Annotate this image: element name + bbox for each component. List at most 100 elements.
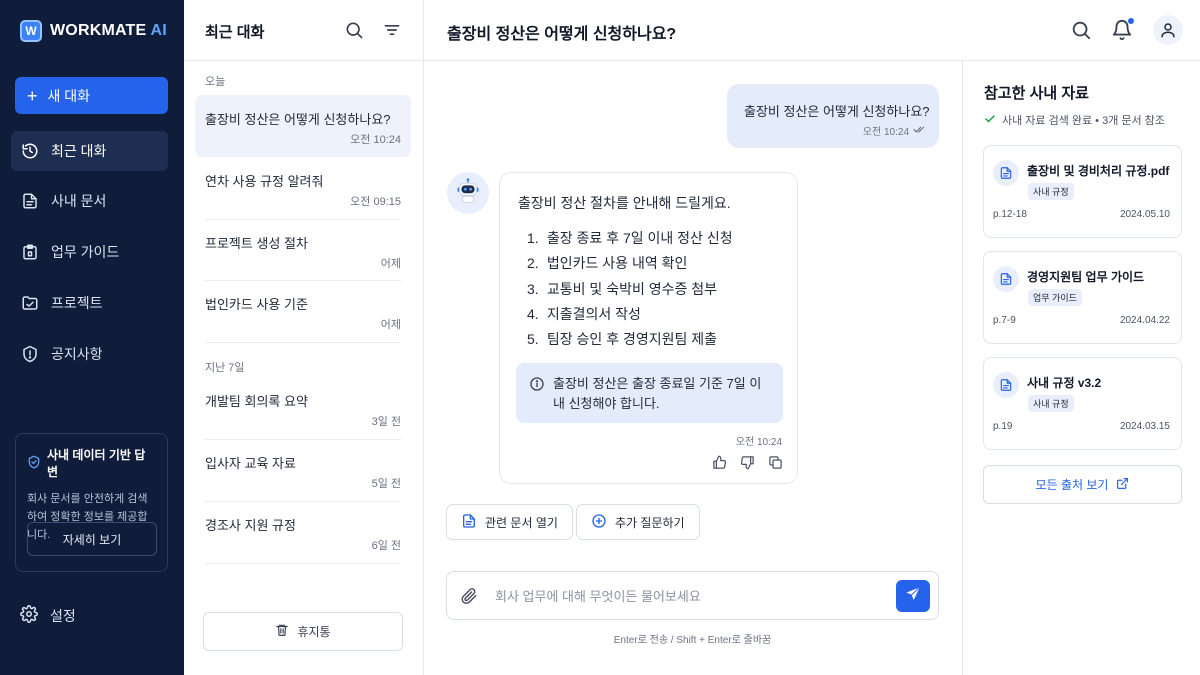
app-name-suffix: AI	[150, 22, 167, 39]
sidebar-item-label: 프로젝트	[51, 295, 103, 311]
plus-icon: +	[27, 85, 38, 106]
history-item[interactable]: 경조사 지원 규정 6일 전	[195, 501, 411, 563]
history-item-title: 법인카드 사용 기준	[205, 297, 308, 312]
open-related-doc-button[interactable]: 관련 문서 열기	[446, 504, 573, 540]
history-title: 최근 대화	[205, 24, 265, 41]
info-box: 사내 데이터 기반 답변 회사 문서를 안전하게 검색하여 정확한 정보를 제공…	[15, 433, 168, 572]
new-chat-label: 새 대화	[47, 87, 91, 104]
document-icon	[461, 513, 477, 532]
history-item[interactable]: 개발팀 회의록 요약 3일 전	[195, 377, 411, 439]
trash-icon	[275, 623, 289, 640]
history-item[interactable]: 연차 사용 규정 알려줘 오전 09:15	[195, 157, 411, 219]
list-item: 1. 출장 종료 후 7일 이내 정산 신청	[527, 230, 733, 246]
steps-list: 1. 출장 종료 후 7일 이내 정산 신청 2. 법인카드 사용 내역 확인 …	[527, 226, 733, 352]
send-button[interactable]	[896, 580, 930, 612]
doc-name: 출장비 및 경비처리 규정.pdf	[1027, 164, 1170, 178]
doc-pages: p.12-18	[993, 209, 1027, 220]
group-label-week: 지난 7일	[205, 362, 245, 374]
history-item[interactable]: 프로젝트 생성 절차 어제	[195, 219, 411, 281]
sidebar-item-label: 사내 문서	[51, 193, 107, 209]
doc-date: 2024.03.15	[1119, 421, 1170, 432]
open-related-doc-label: 관련 문서 열기	[485, 515, 558, 530]
source-doc-card[interactable]: 사내 규정 v3.2 사내 규정 p.19 2024.03.15	[983, 357, 1182, 450]
copy-icon[interactable]	[768, 455, 783, 470]
learn-more-button[interactable]: 자세히 보기	[27, 522, 157, 556]
sources-status: 사내 자료 검색 완료 • 3개 문서 참조	[1002, 115, 1165, 127]
history-icon	[21, 142, 39, 160]
history-item-title: 출장비 정산은 어떻게 신청하나요?	[205, 112, 391, 127]
doc-pages: p.7-9	[993, 315, 1016, 326]
history-item-title: 입사자 교육 자료	[205, 456, 296, 471]
sidebar-item-notices[interactable]: 공지사항	[11, 334, 168, 374]
sidebar-item-recent[interactable]: 최근 대화	[11, 131, 168, 171]
source-doc-card[interactable]: 출장비 및 경비처리 규정.pdf 사내 규정 p.12-18 2024.05.…	[983, 145, 1182, 238]
bot-avatar	[447, 172, 489, 214]
sidebar-item-documents[interactable]: 사내 문서	[11, 181, 168, 221]
trash-button[interactable]: 휴지통	[203, 612, 403, 651]
settings-label: 설정	[50, 607, 76, 624]
doc-date: 2024.05.10	[1119, 209, 1170, 220]
sources-panel: 참고한 사내 자료 사내 자료 검색 완료 • 3개 문서 참조 출장비 및 경…	[962, 61, 1200, 675]
document-icon	[993, 266, 1019, 292]
new-chat-button[interactable]: + 새 대화	[15, 77, 168, 114]
thumbs-up-icon[interactable]	[712, 455, 727, 470]
info-box-title: 사내 데이터 기반 답변	[47, 448, 146, 479]
history-item-time: 오전 09:15	[350, 196, 401, 208]
chat-header: 출장비 정산은 어떻게 신청하나요?	[424, 0, 1200, 61]
doc-name: 사내 규정 v3.2	[1027, 376, 1102, 390]
history-item-title: 개발팀 회의록 요약	[205, 394, 308, 409]
gear-icon	[20, 605, 38, 626]
history-item-time: 어제	[380, 319, 401, 331]
history-panel: 최근 대화 오늘 출장비 정산은 어떻게 신청하나요? 오전 10:24 연차 …	[184, 0, 424, 675]
message-input[interactable]	[495, 584, 875, 608]
info-icon	[529, 376, 545, 397]
message-composer	[446, 571, 939, 620]
history-item-time: 3일 전	[371, 416, 401, 428]
history-item-time: 6일 전	[371, 540, 401, 552]
ask-more-button[interactable]: 추가 질문하기	[576, 504, 700, 540]
notice-text: 출장비 정산은 출장 종료일 기준 7일 이내 신청해야 합니다.	[553, 376, 762, 411]
avatar[interactable]	[1153, 15, 1183, 45]
sidebar-item-guide[interactable]: 업무 가이드	[11, 232, 168, 272]
filter-icon[interactable]	[382, 20, 402, 40]
history-item[interactable]: 입사자 교육 자료 5일 전	[195, 439, 411, 501]
document-icon	[21, 192, 39, 210]
sidebar-item-label: 업무 가이드	[51, 244, 120, 260]
notice-icon	[21, 345, 39, 363]
document-icon	[993, 372, 1019, 398]
list-item: 4. 지출결의서 작성	[527, 305, 641, 322]
sidebar-item-label: 공지사항	[51, 346, 103, 362]
view-all-sources-button[interactable]: 모든 출처 보기	[983, 465, 1182, 504]
search-icon[interactable]	[1070, 19, 1092, 41]
external-link-icon	[1116, 477, 1129, 493]
check-icon	[984, 113, 996, 128]
source-doc-card[interactable]: 경영지원팀 업무 가이드 업무 가이드 p.7-9 2024.04.22	[983, 251, 1182, 344]
search-icon[interactable]	[344, 20, 364, 40]
send-icon	[905, 586, 921, 607]
sidebar-item-projects[interactable]: 프로젝트	[11, 283, 168, 323]
history-item-title: 연차 사용 규정 알려줘	[205, 174, 324, 189]
ask-more-label: 추가 질문하기	[615, 515, 685, 530]
settings-button[interactable]: 설정	[20, 605, 76, 626]
history-item[interactable]: 출장비 정산은 어떻게 신청하나요? 오전 10:24	[195, 95, 411, 157]
assistant-message-time: 오전 10:24	[735, 437, 782, 448]
history-item[interactable]: 법인카드 사용 기준 어제	[195, 280, 411, 342]
guide-icon	[21, 243, 39, 261]
doc-tag: 업무 가이드	[1028, 289, 1082, 306]
bell-icon[interactable]	[1111, 18, 1134, 41]
paperclip-icon[interactable]	[460, 587, 478, 605]
doc-tag: 사내 규정	[1028, 183, 1074, 200]
doc-date: 2024.04.22	[1119, 315, 1170, 326]
app-logo[interactable]: W WORKMATE AI	[20, 20, 167, 42]
history-item-time: 오전 10:24	[350, 134, 401, 146]
history-item-time: 5일 전	[371, 478, 401, 490]
view-all-sources-label: 모든 출처 보기	[1035, 478, 1109, 492]
assistant-intro: 출장비 정산 절차를 안내해 드릴게요.	[518, 195, 731, 211]
composer-hint: Enter로 전송 / Shift + Enter로 줄바꿈	[613, 635, 772, 646]
thumbs-down-icon[interactable]	[740, 455, 755, 470]
doc-name: 경영지원팀 업무 가이드	[1027, 270, 1145, 284]
chat-title: 출장비 정산은 어떻게 신청하나요?	[447, 26, 677, 43]
divider	[205, 563, 401, 564]
robot-icon	[454, 177, 482, 210]
double-check-icon	[913, 124, 927, 137]
